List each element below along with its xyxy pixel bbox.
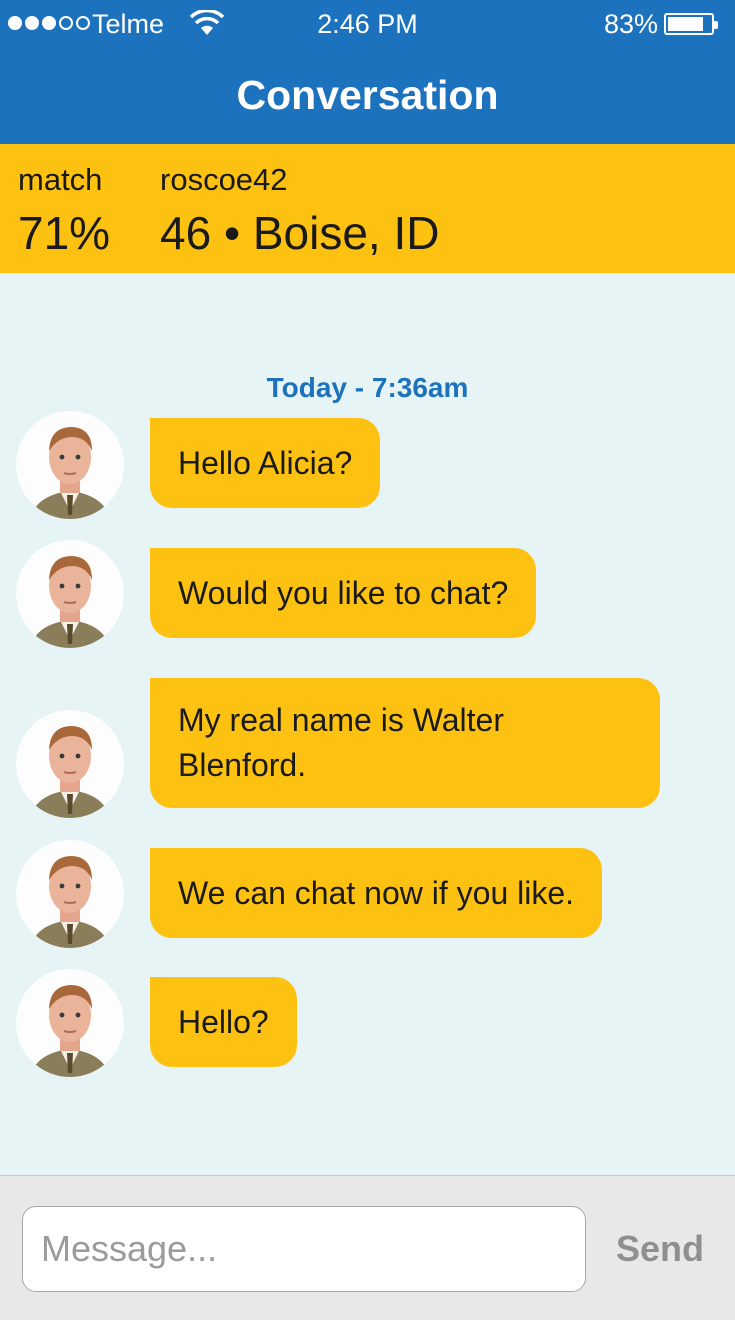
avatar-photo-icon <box>30 856 110 948</box>
avatar-photo-icon <box>30 985 110 1077</box>
message-bubble[interactable]: My real name is Walter Blenford. <box>150 678 660 808</box>
message-text: We can chat now if you like. <box>178 874 575 911</box>
battery-percent: 83% <box>603 9 658 39</box>
page-title: Conversation <box>236 72 499 118</box>
avatar[interactable] <box>16 710 124 818</box>
message-text: My real name is Walter Blenford. <box>178 702 504 783</box>
avatar[interactable] <box>16 540 124 648</box>
send-button[interactable]: Send <box>600 1206 720 1292</box>
match-header[interactable]: match 71% roscoe42 46 • Boise, ID <box>0 144 735 273</box>
message-bubble[interactable]: We can chat now if you like. <box>150 848 603 938</box>
avatar[interactable] <box>16 840 124 948</box>
avatar-photo-icon <box>30 726 110 818</box>
message-text: Hello Alicia? <box>178 444 353 481</box>
message-composer: Send <box>0 1175 735 1320</box>
avatar[interactable] <box>16 411 124 519</box>
battery-icon <box>664 13 718 35</box>
username: roscoe42 <box>160 162 288 197</box>
avatar-photo-icon <box>30 427 110 519</box>
top-bar: Telme 2:46 PM 83% Conversation <box>0 0 735 144</box>
message-input[interactable] <box>22 1206 586 1292</box>
message-bubble[interactable]: Would you like to chat? <box>150 548 537 638</box>
message-text: Would you like to chat? <box>178 574 509 611</box>
message-bubble[interactable]: Hello Alicia? <box>150 418 381 508</box>
conversation-timestamp: Today - 7:36am <box>266 372 469 403</box>
avatar[interactable] <box>16 969 124 1077</box>
match-label: match <box>18 162 103 197</box>
user-details: 46 • Boise, ID <box>160 207 440 259</box>
match-percentage: 71% <box>18 207 111 259</box>
avatar-photo-icon <box>30 556 110 648</box>
status-bar: Telme 2:46 PM 83% <box>0 0 735 48</box>
message-text: Hello? <box>178 1003 269 1040</box>
message-bubble[interactable]: Hello? <box>150 977 297 1067</box>
